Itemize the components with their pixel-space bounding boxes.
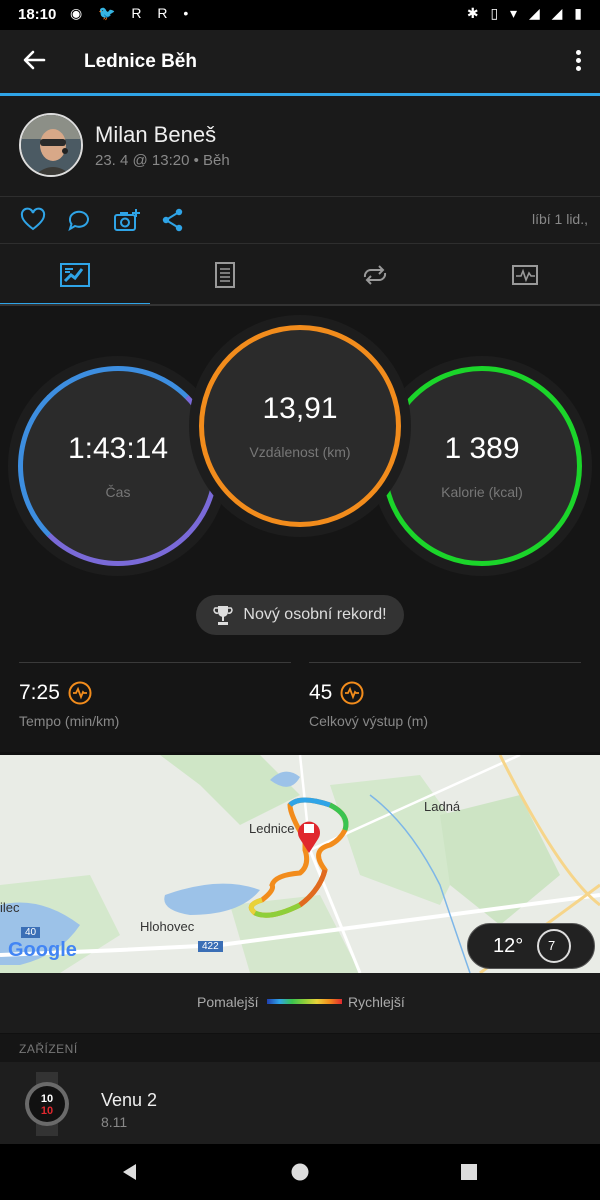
- google-logo: Google: [8, 939, 77, 961]
- ascent-label: Celkový výstup (m): [309, 713, 429, 729]
- time-value: 1:43:14: [67, 432, 169, 465]
- avatar[interactable]: [19, 113, 83, 177]
- wind-icon: 7: [537, 929, 571, 963]
- speed-legend: Pomalejší Rychlejší: [0, 973, 600, 1033]
- list-icon: [215, 262, 235, 288]
- distance-value: 13,91: [262, 392, 338, 425]
- likes-count[interactable]: líbí 1 lid.,: [532, 211, 588, 227]
- page-title: Lednice Běh: [84, 51, 197, 72]
- map-label-hlohovec: Hlohovec: [140, 919, 195, 934]
- nav-back-icon[interactable]: [120, 1162, 140, 1182]
- speed-gradient-bar: [267, 999, 342, 1004]
- legend-faster: Rychlejší: [348, 994, 405, 1010]
- comment-icon[interactable]: [66, 207, 92, 233]
- system-nav-bar: [0, 1144, 600, 1200]
- time-label: Čas: [105, 484, 131, 500]
- calories-value: 1 389: [444, 432, 520, 465]
- chart-wave-icon[interactable]: [340, 681, 364, 705]
- map-label-lednice: Lednice: [249, 821, 295, 836]
- tab-overview[interactable]: [0, 244, 150, 306]
- activity-header: Milan Beneš 23. 4 @ 13:20 • Běh: [0, 96, 600, 196]
- record-label: Nový osobní rekord!: [243, 606, 387, 623]
- status-time: 18:10: [18, 6, 57, 23]
- calories-ring: 1 389 Kalorie (kcal): [382, 366, 582, 566]
- status-bar: 18:10 ◉ 🐦 R R • ✱ ▯ ▾ ◢ ◢ ▮: [0, 0, 600, 30]
- map-label-ladna: Ladná: [424, 799, 461, 814]
- calories-label: Kalorie (kcal): [441, 484, 523, 500]
- stats-panel: 1:43:14 Čas 1 389 Kalorie (kcal) 13,91 V…: [0, 306, 600, 752]
- time-ring: 1:43:14 Čas: [18, 366, 218, 566]
- more-options-icon[interactable]: [574, 50, 582, 74]
- action-bar: líbí 1 lid.,: [0, 197, 600, 243]
- road-sign-40: 40: [21, 927, 41, 938]
- device-version: 8.11: [101, 1114, 128, 1130]
- back-arrow-icon[interactable]: [18, 44, 50, 76]
- map-label-lec: ilec: [0, 900, 20, 915]
- laps-icon: [363, 265, 387, 285]
- legend-slower: Pomalejší: [197, 994, 259, 1010]
- chart-wave-icon[interactable]: [68, 681, 92, 705]
- road-sign-422: 422: [198, 941, 223, 952]
- svg-text:10: 10: [41, 1093, 53, 1105]
- temperature: 12°: [493, 935, 524, 957]
- tab-details[interactable]: [150, 244, 300, 306]
- device-row[interactable]: 10 10 Venu 2 8.11: [0, 1062, 600, 1144]
- nav-recents-icon[interactable]: [459, 1162, 479, 1182]
- graph-icon: [512, 265, 538, 285]
- trophy-icon: [213, 606, 234, 625]
- heart-icon[interactable]: [20, 207, 46, 233]
- distance-ring: 13,91 Vzdálenost (km): [199, 325, 401, 527]
- tempo-value: 7:25: [19, 681, 60, 704]
- app-bar: Lednice Běh: [0, 30, 600, 94]
- devices-header: ZAŘÍZENÍ: [0, 1034, 600, 1062]
- tab-laps[interactable]: [300, 244, 450, 306]
- share-icon[interactable]: [160, 207, 186, 233]
- distance-label: Vzdálenost (km): [249, 444, 351, 460]
- tempo-metric: 7:25 Tempo (min/km): [19, 662, 291, 729]
- weather-badge[interactable]: 12° 7: [467, 923, 595, 969]
- route-map[interactable]: Lednice Ladná Hlohovec ilec 40 422 Googl…: [0, 755, 600, 973]
- tab-bar: [0, 244, 600, 306]
- system-icons: ✱ ▯ ▾ ◢ ◢ ▮: [466, 5, 586, 21]
- wind-speed: 7: [548, 938, 556, 953]
- personal-record-badge[interactable]: Nový osobní rekord!: [196, 595, 404, 635]
- tempo-label: Tempo (min/km): [19, 713, 120, 729]
- user-name[interactable]: Milan Beneš: [95, 122, 216, 148]
- activity-meta: 23. 4 @ 13:20 • Běh: [95, 152, 230, 169]
- chart-icon: [60, 263, 90, 287]
- add-photo-icon[interactable]: [113, 207, 141, 233]
- ascent-value: 45: [309, 681, 333, 704]
- ascent-metric: 45 Celkový výstup (m): [309, 662, 581, 729]
- device-name: Venu 2: [101, 1090, 158, 1110]
- tab-graphs[interactable]: [450, 244, 600, 306]
- nav-home-icon[interactable]: [290, 1162, 310, 1182]
- notification-icons: ◉ 🐦 R R •: [70, 5, 195, 21]
- svg-text:10: 10: [41, 1105, 53, 1117]
- watch-icon: 10 10: [25, 1072, 69, 1136]
